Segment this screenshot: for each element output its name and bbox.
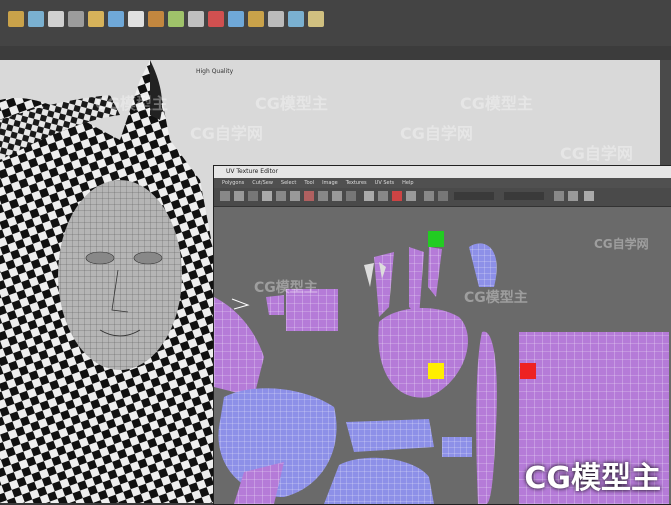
tool-icon[interactable] (148, 11, 164, 27)
tool-icon[interactable] (228, 11, 244, 27)
window-title-bar[interactable]: UV Texture Editor (214, 166, 671, 178)
menu-polygons[interactable]: Polygons (222, 178, 244, 188)
uv-toolbar (214, 188, 671, 207)
watermark: CG自学网 (560, 144, 633, 163)
tool-icon[interactable] (68, 11, 84, 27)
red-marker (520, 363, 536, 379)
menu-cut-sew[interactable]: Cut/Sew (252, 178, 273, 188)
status-strip (0, 46, 671, 61)
menu-help[interactable]: Help (402, 178, 413, 188)
menu-uv-sets[interactable]: UV Sets (375, 178, 395, 188)
main-toolbar (0, 0, 671, 47)
tool-icon[interactable] (188, 11, 204, 27)
tool-icon[interactable] (168, 11, 184, 27)
watermark: CG模型主 (464, 290, 528, 306)
tool-icon[interactable] (208, 11, 224, 27)
tool-icon[interactable] (88, 11, 104, 27)
watermark: CG自学网 (594, 237, 649, 251)
tool-icon[interactable] (108, 11, 124, 27)
watermark: CG模型主 (255, 94, 328, 113)
uv-menu-bar: Polygons Cut/Sew Select Tool Image Textu… (214, 178, 671, 188)
bottom-watermark: CG模型主 (524, 461, 661, 496)
menu-textures[interactable]: Textures (346, 178, 367, 188)
toolbar-icons (8, 4, 324, 34)
green-marker (428, 231, 444, 247)
watermark: CG自学网 (400, 124, 473, 143)
window-title: UV Texture Editor (226, 168, 279, 175)
tool-icon[interactable] (248, 11, 264, 27)
tool-icon[interactable] (288, 11, 304, 27)
yellow-marker (428, 363, 444, 379)
tool-icon[interactable] (268, 11, 284, 27)
watermark: CG模型主 (95, 94, 168, 113)
tool-icon[interactable] (48, 11, 64, 27)
tool-icon[interactable] (308, 11, 324, 27)
watermark: CG模型主 (254, 280, 318, 296)
uv-tool-icons (220, 191, 594, 201)
menu-tool[interactable]: Tool (304, 178, 314, 188)
watermark: CG自学网 (190, 124, 263, 143)
tool-icon[interactable] (128, 11, 144, 27)
menu-image[interactable]: Image (322, 178, 338, 188)
tool-icon[interactable] (28, 11, 44, 27)
menu-select[interactable]: Select (281, 178, 296, 188)
tool-icon[interactable] (8, 11, 24, 27)
watermark: CG模型主 (460, 94, 533, 113)
